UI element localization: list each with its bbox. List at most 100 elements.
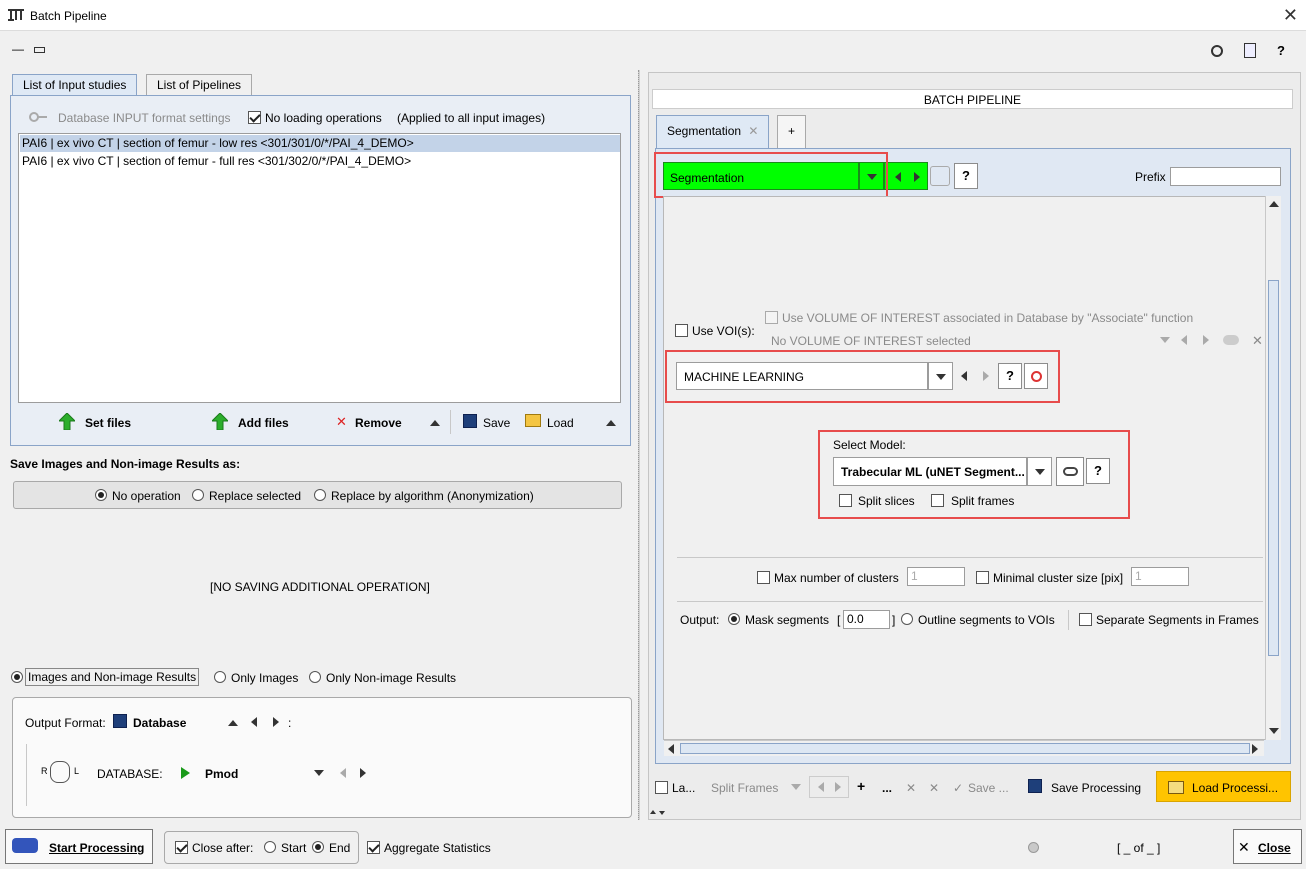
min-cluster-input[interactable]: 1: [1131, 567, 1189, 586]
max-clusters-label: Max number of clusters: [774, 571, 899, 585]
save-step-button[interactable]: Save ...: [968, 781, 1009, 795]
database-disk-icon: [113, 714, 127, 728]
more-button[interactable]: ...: [882, 781, 892, 795]
info-circle-icon[interactable]: [1211, 45, 1223, 57]
scrollbar-thumb[interactable]: [680, 743, 1250, 754]
max-clusters-checkbox[interactable]: [757, 571, 770, 584]
check-icon[interactable]: ✓: [953, 781, 963, 795]
next-arrow-icon[interactable]: [1203, 335, 1209, 345]
next-arrow-icon[interactable]: [914, 172, 920, 182]
colon-text: :: [288, 716, 292, 730]
load-processing-label: Load Processi...: [1192, 781, 1279, 795]
no-voi-text: No VOLUME OF INTEREST selected: [771, 334, 971, 348]
tab-label: List of Input studies: [23, 78, 127, 92]
outline-segments-radio[interactable]: [901, 613, 913, 625]
title-bar: Batch Pipeline ✕: [0, 0, 1306, 31]
use-voi-checkbox[interactable]: [675, 324, 688, 337]
minimize-icon[interactable]: —: [12, 42, 24, 56]
add-files-button[interactable]: Add files: [238, 416, 289, 430]
load-button[interactable]: Load: [547, 416, 574, 430]
close-icon[interactable]: ✕: [1283, 5, 1298, 26]
la-checkbox[interactable]: [655, 781, 668, 794]
combo-nav-buttons[interactable]: [884, 162, 928, 190]
only-images-label: Only Images: [231, 671, 299, 685]
tab-segmentation[interactable]: Segmentation ✕: [656, 115, 770, 148]
set-files-button[interactable]: Set files: [85, 416, 131, 430]
min-cluster-checkbox[interactable]: [976, 571, 989, 584]
help-icon[interactable]: ?: [1277, 43, 1285, 58]
close-end-radio[interactable]: [312, 841, 324, 853]
remove-step-icon[interactable]: ✕: [906, 781, 916, 795]
mask-segments-radio[interactable]: [728, 613, 740, 625]
only-nonimage-radio[interactable]: [309, 671, 321, 683]
dropdown-icon[interactable]: [791, 784, 801, 790]
no-loading-checkbox[interactable]: [248, 111, 261, 124]
list-item[interactable]: PAI6 | ex vivo CT | section of femur - f…: [20, 153, 620, 170]
remove-button[interactable]: Remove: [355, 416, 402, 430]
status-dot-icon: [1028, 842, 1039, 853]
link-icon[interactable]: [1223, 335, 1239, 345]
tab-input-studies[interactable]: List of Input studies: [12, 74, 138, 95]
tab-pipelines[interactable]: List of Pipelines: [146, 74, 253, 95]
close-x-icon: ✕: [1238, 839, 1250, 855]
remove-all-icon[interactable]: ✕: [929, 781, 939, 795]
save-section-title: Save Images and Non-image Results as:: [10, 457, 241, 471]
step-nav-buttons[interactable]: [809, 776, 849, 798]
bracket-open: [: [837, 613, 841, 627]
only-images-radio[interactable]: [214, 671, 226, 683]
no-operation-radio[interactable]: [95, 489, 107, 501]
aggregate-statistics-checkbox[interactable]: [367, 841, 380, 854]
body-orientation-icon[interactable]: [50, 761, 70, 783]
dropdown-icon[interactable]: [314, 770, 324, 776]
tab-label: Segmentation: [667, 124, 742, 138]
target-icon[interactable]: [930, 166, 950, 186]
split-frames-bottom-label: Split Frames: [711, 781, 779, 795]
mask-value-input[interactable]: 0.0: [843, 610, 890, 629]
list-item[interactable]: PAI6 | ex vivo CT | section of femur - l…: [20, 135, 620, 152]
help-button[interactable]: ?: [954, 163, 978, 189]
separate-segments-label: Separate Segments in Frames: [1096, 613, 1259, 627]
clear-icon[interactable]: ✕: [1252, 333, 1263, 349]
document-icon[interactable]: [1244, 43, 1256, 58]
window-title: Batch Pipeline: [30, 9, 107, 23]
folder-icon: [1168, 781, 1184, 794]
start-processing-label: Start Processing: [49, 841, 145, 855]
prev-arrow-icon[interactable]: [340, 768, 346, 778]
app-logo-icon: [8, 9, 24, 21]
collapse-icon[interactable]: [650, 810, 656, 814]
input-studies-list[interactable]: [18, 133, 621, 403]
add-step-button[interactable]: +: [857, 778, 865, 794]
dropdown-icon[interactable]: [1160, 337, 1170, 343]
chevron-up-icon[interactable]: [430, 420, 440, 426]
prev-arrow-icon[interactable]: [895, 172, 901, 182]
use-voi-assoc-checkbox[interactable]: [765, 311, 778, 324]
replace-algorithm-radio[interactable]: [314, 489, 326, 501]
play-icon: [181, 767, 190, 779]
prev-arrow-icon[interactable]: [251, 717, 257, 727]
tab-add[interactable]: +: [777, 115, 807, 148]
close-start-radio[interactable]: [264, 841, 276, 853]
add-files-arrow-icon: [212, 413, 228, 430]
db-format-settings-button[interactable]: Database INPUT format settings: [58, 111, 231, 125]
save-processing-button[interactable]: Save Processing: [1051, 781, 1141, 795]
chevron-up-icon[interactable]: [606, 420, 616, 426]
database-value: Pmod: [205, 767, 239, 781]
save-button[interactable]: Save: [483, 416, 510, 430]
vertical-scrollbar[interactable]: [1265, 196, 1281, 740]
tab-close-icon[interactable]: ✕: [748, 124, 758, 138]
load-processing-button[interactable]: Load Processi...: [1156, 771, 1291, 802]
next-arrow-icon[interactable]: [273, 717, 279, 727]
max-clusters-input[interactable]: 1: [907, 567, 965, 586]
horizontal-scrollbar[interactable]: [664, 740, 1264, 756]
images-results-radio[interactable]: [11, 671, 23, 683]
prev-arrow-icon[interactable]: [1181, 335, 1187, 345]
expand-icon[interactable]: [659, 811, 665, 815]
separate-segments-checkbox[interactable]: [1079, 613, 1092, 626]
close-after-checkbox[interactable]: [175, 841, 188, 854]
restore-icon[interactable]: [34, 47, 45, 53]
replace-selected-radio[interactable]: [192, 489, 204, 501]
next-arrow-icon[interactable]: [360, 768, 366, 778]
chevron-up-icon[interactable]: [228, 720, 238, 726]
scrollbar-thumb[interactable]: [1268, 280, 1279, 656]
prefix-input[interactable]: [1170, 167, 1281, 186]
